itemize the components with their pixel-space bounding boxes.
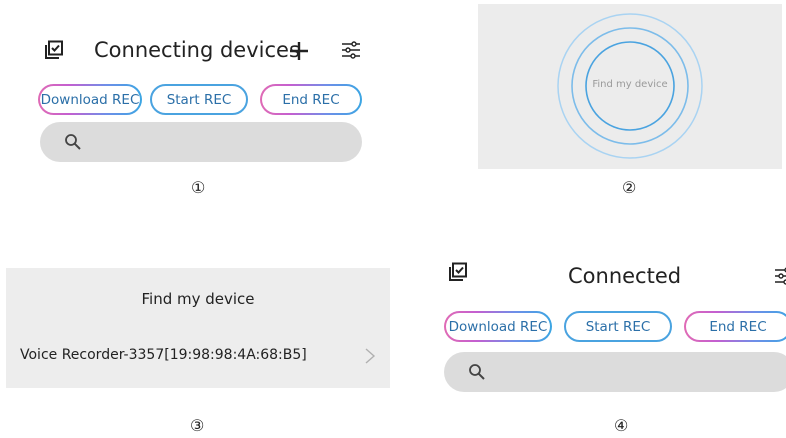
header-bar: Connected <box>440 258 786 300</box>
find-my-device-label: Find my device <box>592 79 668 90</box>
end-rec-button[interactable]: End REC <box>684 311 786 342</box>
end-rec-button[interactable]: End REC <box>260 84 362 115</box>
caption: ② <box>622 178 637 197</box>
page-title: Connected <box>568 264 682 288</box>
rec-button-row: Download REC Start REC End REC <box>36 84 366 115</box>
start-rec-button[interactable]: Start REC <box>564 311 672 342</box>
header-bar: Connecting devices <box>36 32 366 74</box>
chevron-right-icon <box>365 348 376 364</box>
download-rec-button[interactable]: Download REC <box>444 311 552 342</box>
caption: ③ <box>190 416 205 435</box>
find-my-device-title: Find my device <box>141 290 255 308</box>
download-rec-button[interactable]: Download REC <box>38 84 142 115</box>
history-checklist-icon[interactable] <box>448 262 468 282</box>
scanning-screen: Find my device <box>478 4 782 169</box>
sliders-icon[interactable] <box>774 266 786 286</box>
device-list-screen: Find my device Voice Recorder-3357[19:98… <box>6 268 390 388</box>
search-input[interactable] <box>444 352 786 392</box>
history-checklist-icon[interactable] <box>44 40 64 60</box>
caption: ① <box>191 178 206 197</box>
device-name: Voice Recorder-3357[19:98:98:4A:68:B5] <box>20 347 307 363</box>
page-title: Connecting devices <box>94 38 300 62</box>
start-rec-button[interactable]: Start REC <box>150 84 248 115</box>
connecting-screen: Connecting devices Download REC Start RE… <box>36 32 366 197</box>
connected-screen: Connected Download REC Start REC End REC <box>440 258 786 398</box>
caption: ④ <box>614 416 629 435</box>
device-list-item[interactable]: Voice Recorder-3357[19:98:98:4A:68:B5] <box>6 340 390 372</box>
plus-icon[interactable] <box>288 40 310 62</box>
search-input[interactable] <box>40 122 362 162</box>
search-icon <box>65 134 81 150</box>
rec-button-row: Download REC Start REC End REC <box>440 311 786 342</box>
sliders-icon[interactable] <box>341 40 361 60</box>
search-icon <box>469 364 485 380</box>
